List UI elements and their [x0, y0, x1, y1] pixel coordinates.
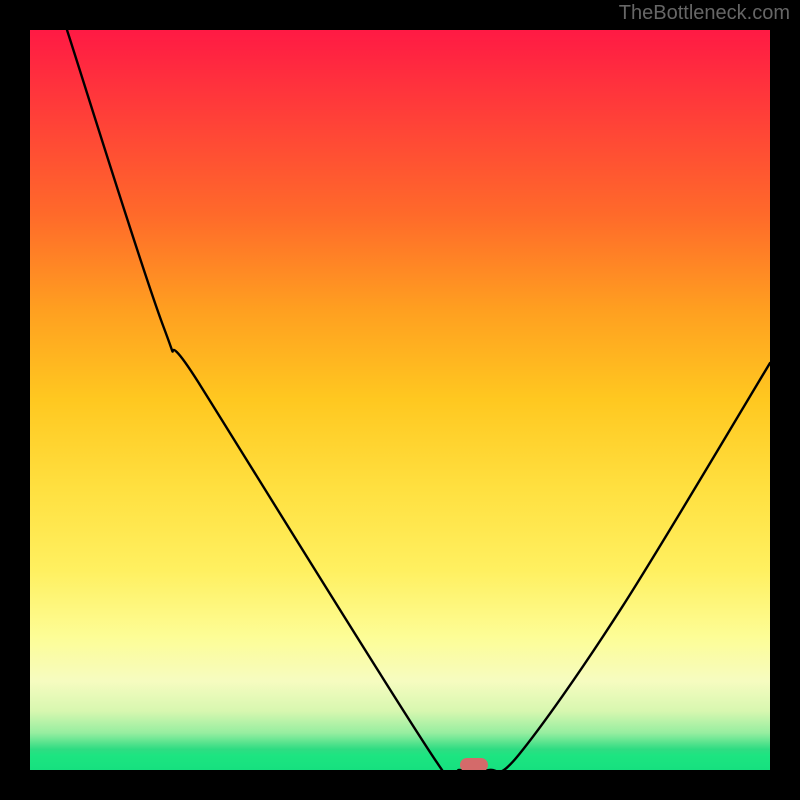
optimum-indicator	[460, 758, 488, 770]
attribution-text: TheBottleneck.com	[619, 2, 790, 25]
chart-plot-area	[30, 30, 770, 770]
bottleneck-curve	[30, 30, 770, 770]
